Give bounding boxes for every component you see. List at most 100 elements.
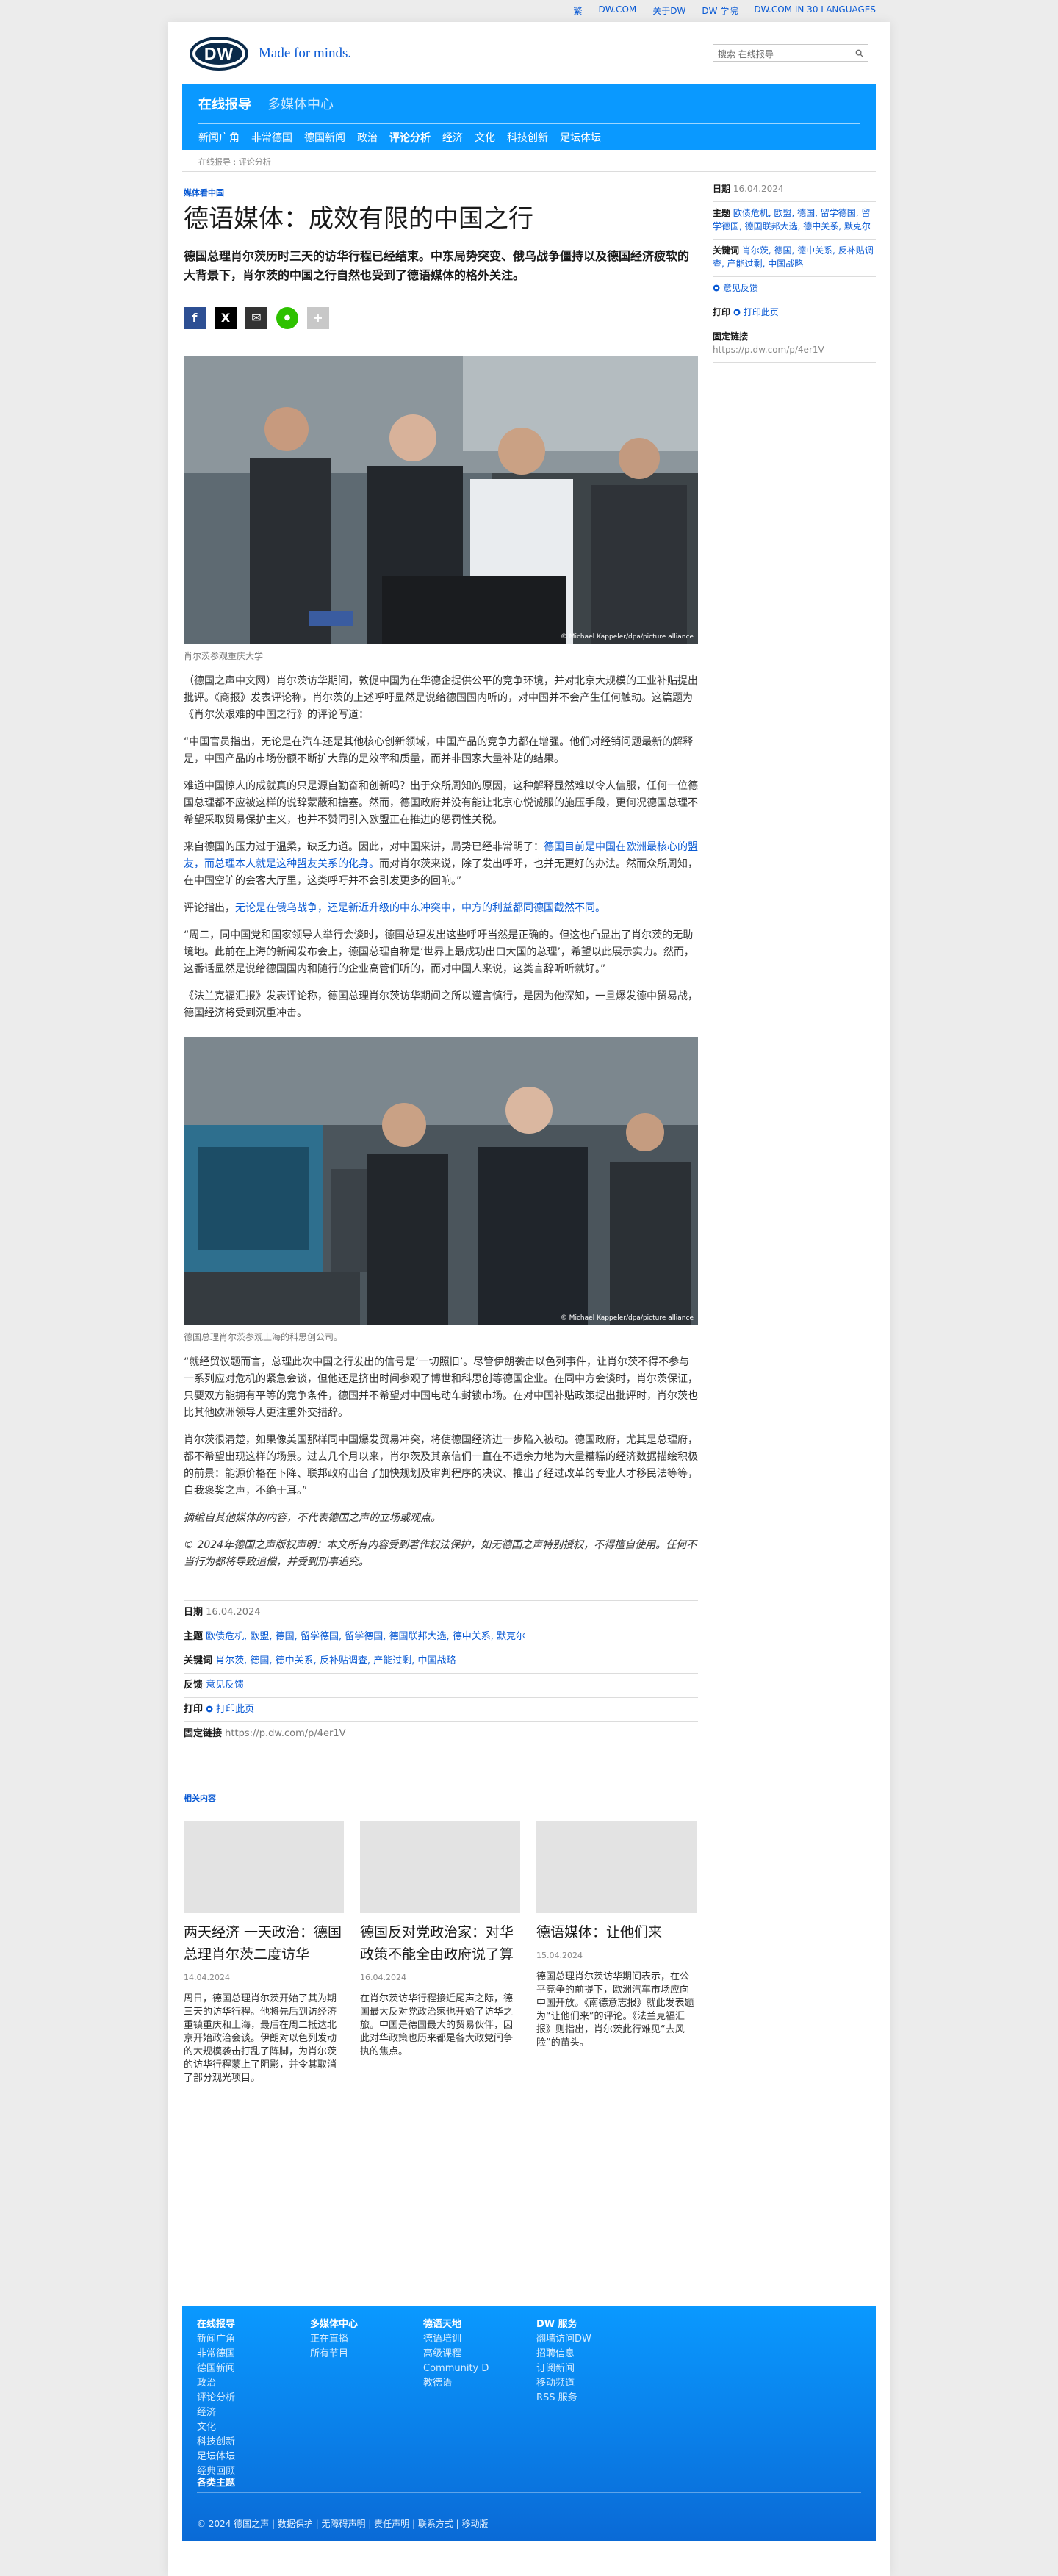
email-icon[interactable]: ✉ [245,307,267,329]
facebook-icon[interactable]: f [184,307,206,329]
utility-links: 繁 DW.COM 关于DW DW 学院 DW.COM IN 30 LANGUAG… [574,4,876,17]
footer-link[interactable]: 足坛体坛 [197,2450,235,2464]
print-icon [733,309,741,316]
nav-item-news-panorama[interactable]: 新闻广角 [198,130,240,145]
footer-link[interactable]: 德语培训 [423,2332,489,2347]
dw-academy-link[interactable]: DW 学院 [702,4,738,17]
footer-link[interactable]: 教德语 [423,2376,489,2391]
related-title[interactable]: 德语媒体：让他们来 [536,1921,697,1943]
top-utility-bar: 繁 DW.COM 关于DW DW 学院 DW.COM IN 30 LANGUAG… [0,0,1058,22]
lang-traditional-link[interactable]: 繁 [574,4,583,17]
footer-link[interactable]: 高级课程 [423,2347,489,2361]
footer-link[interactable]: 正在直播 [310,2332,358,2347]
related-title[interactable]: 德国反对党政治家：对华政策不能全由政府说了算 [360,1921,520,1965]
nav-item-culture[interactable]: 文化 [475,130,495,145]
meta-keywords: 关键词 肖尔茨, 德国, 德中关系, 反补贴调查, 产能过剩, 中国战略 [184,1649,698,1673]
search-icon[interactable] [855,49,863,57]
paragraph: 《法兰克福汇报》发表评论称，德国总理肖尔茨访华期间之所以谨言慎行，是因为他深知，… [184,990,698,1019]
nav-item-economy[interactable]: 经济 [442,130,463,145]
tagline: Made for minds. [259,46,352,61]
related-thumbnail [184,1821,344,1913]
print-link[interactable]: 打印此页 [216,1704,254,1715]
topic-links[interactable]: 欧债危机, 欧盟, 德国, 留学德国, 留学德国, 德国联邦大选, 德中关系, … [713,208,871,231]
footer-heading[interactable]: DW 服务 [536,2317,591,2332]
footer-column-multimedia: 多媒体中心 正在直播 所有节目 [310,2317,358,2361]
sidebar-feedback: 意见反馈 [713,277,876,301]
related-summary: 周日，德国总理肖尔茨开始了其为期三天的访华行程。他将先后到访经济重镇重庆和上海，… [184,1993,337,2084]
paragraph: （德国之声中文网）肖尔茨访华期间，敦促中国为在华德企提供公平的竞争环境，并对北京… [184,675,698,721]
footer-heading[interactable]: 多媒体中心 [310,2317,358,2332]
sidebar-topics: 主题 欧债危机, 欧盟, 德国, 留学德国, 留学德国, 德国联邦大选, 德中关… [713,202,876,240]
sidebar-print: 打印 打印此页 [713,301,876,325]
disclaimer: 摘编自其他媒体的内容，不代表德国之声的立场或观点。 [184,1512,441,1524]
inline-link[interactable]: 无论是在俄乌战争，还是新近升级的中东冲突中，中方的利益都同德国截然不同。 [235,902,605,914]
main-navigation: 在线报导 多媒体中心 新闻广角 非常德国 德国新闻 政治 评论分析 经济 文化 … [182,84,876,150]
article-kicker[interactable]: 媒体看中国 [184,187,698,198]
paragraph: “周二，同中国党和国家领导人举行会谈时，德国总理发出这些呼吁当然是正确的。但这也… [184,929,694,975]
related-date: 14.04.2024 [184,1973,230,1982]
footer-link[interactable]: 文化 [197,2420,235,2435]
related-card[interactable]: 德国反对党政治家：对华政策不能全由政府说了算 16.04.2024 在肖尔茨访华… [360,1821,520,2118]
footer-link[interactable]: Community D [423,2361,489,2376]
footer-link[interactable]: 德国新闻 [197,2361,235,2376]
photo-caption: 德国总理肖尔茨参观上海的科思创公司。 [184,1332,343,1342]
nav-item-germany-news[interactable]: 德国新闻 [304,130,345,145]
breadcrumb[interactable]: 在线报导 : 评论分析 [198,156,271,168]
footer-link[interactable]: 订阅新闻 [536,2361,591,2376]
nav-item-politics[interactable]: 政治 [357,130,378,145]
footer-link[interactable]: 新闻广角 [197,2332,235,2347]
paragraph: “就经贸议题而言，总理此次中国之行发出的信号是‘一切照旧’。尽管伊朗袭击以色列事… [184,1356,698,1419]
related-title[interactable]: 两天经济 一天政治：德国总理肖尔茨二度访华 [184,1921,344,1965]
footer-column-german: 德语天地 德语培训 高级课程 Community D 教德语 [423,2317,489,2391]
footer-link[interactable]: 经济 [197,2406,235,2420]
paragraph: 来自德国的压力过于温柔，缺乏力道。因此，对中国来讲，局势已经非常明了：德国目前是… [184,841,698,887]
print-link[interactable]: 打印此页 [744,307,779,317]
feedback-icon [713,284,720,292]
footer-legal-links[interactable]: © 2024 德国之声 | 数据保护 | 无障碍声明 | 责任声明 | 联系方式… [197,2517,489,2530]
related-card[interactable]: 两天经济 一天政治：德国总理肖尔茨二度访华 14.04.2024 周日，德国总理… [184,1821,344,2118]
permalink[interactable]: https://p.dw.com/p/4er1V [225,1728,345,1739]
search-input[interactable]: 搜索 在线报导 [713,44,868,62]
article-photo-2: © Michael Kappeler/dpa/picture alliance [184,1037,698,1325]
dw-com-link[interactable]: DW.COM [599,4,637,17]
footer-divider [197,2492,861,2493]
related-heading: 相关内容 [184,1794,216,1803]
dw-logo[interactable]: DW [190,37,248,71]
more-share-icon[interactable]: + [307,307,329,329]
related-list: 两天经济 一天政治：德国总理肖尔茨二度访华 14.04.2024 周日，德国总理… [184,1821,698,2118]
footer-link[interactable]: 政治 [197,2376,235,2391]
topic-links[interactable]: 欧债危机, 欧盟, 德国, 留学德国, 留学德国, 德国联邦大选, 德中关系, … [206,1631,525,1642]
article-meta: 日期 16.04.2024 主题 欧债危机, 欧盟, 德国, 留学德国, 留学德… [184,1600,698,1746]
nav-item-science[interactable]: 科技创新 [507,130,548,145]
related-date: 16.04.2024 [360,1973,406,1982]
about-dw-link[interactable]: 关于DW [652,4,685,17]
footer-link[interactable]: RSS 服务 [536,2391,591,2406]
footer-link[interactable]: 所有节目 [310,2347,358,2361]
paragraph: 肖尔茨很清楚，如果像美国那样同中国爆发贸易冲突，将使德国经济进一步陷入被动。德国… [184,1434,698,1497]
footer-link[interactable]: 移动频道 [536,2376,591,2391]
nav-item-commentary[interactable]: 评论分析 [389,130,431,145]
dw-languages-link[interactable]: DW.COM IN 30 LANGUAGES [754,4,876,17]
footer-link[interactable]: 科技创新 [197,2435,235,2450]
footer-link[interactable]: 翻墙访问DW [536,2332,591,2347]
tab-multimedia[interactable]: 多媒体中心 [267,94,334,113]
feedback-link[interactable]: 意见反馈 [723,283,758,293]
keyword-links[interactable]: 肖尔茨, 德国, 德中关系, 反补贴调查, 产能过剩, 中国战略 [215,1655,456,1666]
paragraph: 评论指出，无论是在俄乌战争，还是新近升级的中东冲突中，中方的利益都同德国截然不同… [184,902,605,914]
related-card[interactable]: 德语媒体：让他们来 15.04.2024 德国总理肖尔茨访华期间表示，在公平竞争… [536,1821,697,2118]
nav-item-sports[interactable]: 足坛体坛 [560,130,601,145]
footer-link[interactable]: 评论分析 [197,2391,235,2406]
footer-heading[interactable]: 德语天地 [423,2317,489,2332]
sidebar-date: 日期 16.04.2024 [713,178,876,202]
line-icon[interactable]: ● [276,307,298,329]
category-menu: 新闻广角 非常德国 德国新闻 政治 评论分析 经济 文化 科技创新 足坛体坛 [198,130,601,145]
all-topics-link[interactable]: 各类主题 [197,2475,235,2489]
footer-link[interactable]: 招聘信息 [536,2347,591,2361]
footer-heading[interactable]: 在线报导 [197,2317,235,2332]
x-icon[interactable]: X [215,307,237,329]
feedback-link[interactable]: 意见反馈 [206,1680,244,1691]
nav-item-very-germany[interactable]: 非常德国 [251,130,292,145]
footer-link[interactable]: 非常德国 [197,2347,235,2361]
permalink[interactable]: https://p.dw.com/p/4er1V [713,345,824,355]
tab-online-reports[interactable]: 在线报导 [198,94,251,113]
